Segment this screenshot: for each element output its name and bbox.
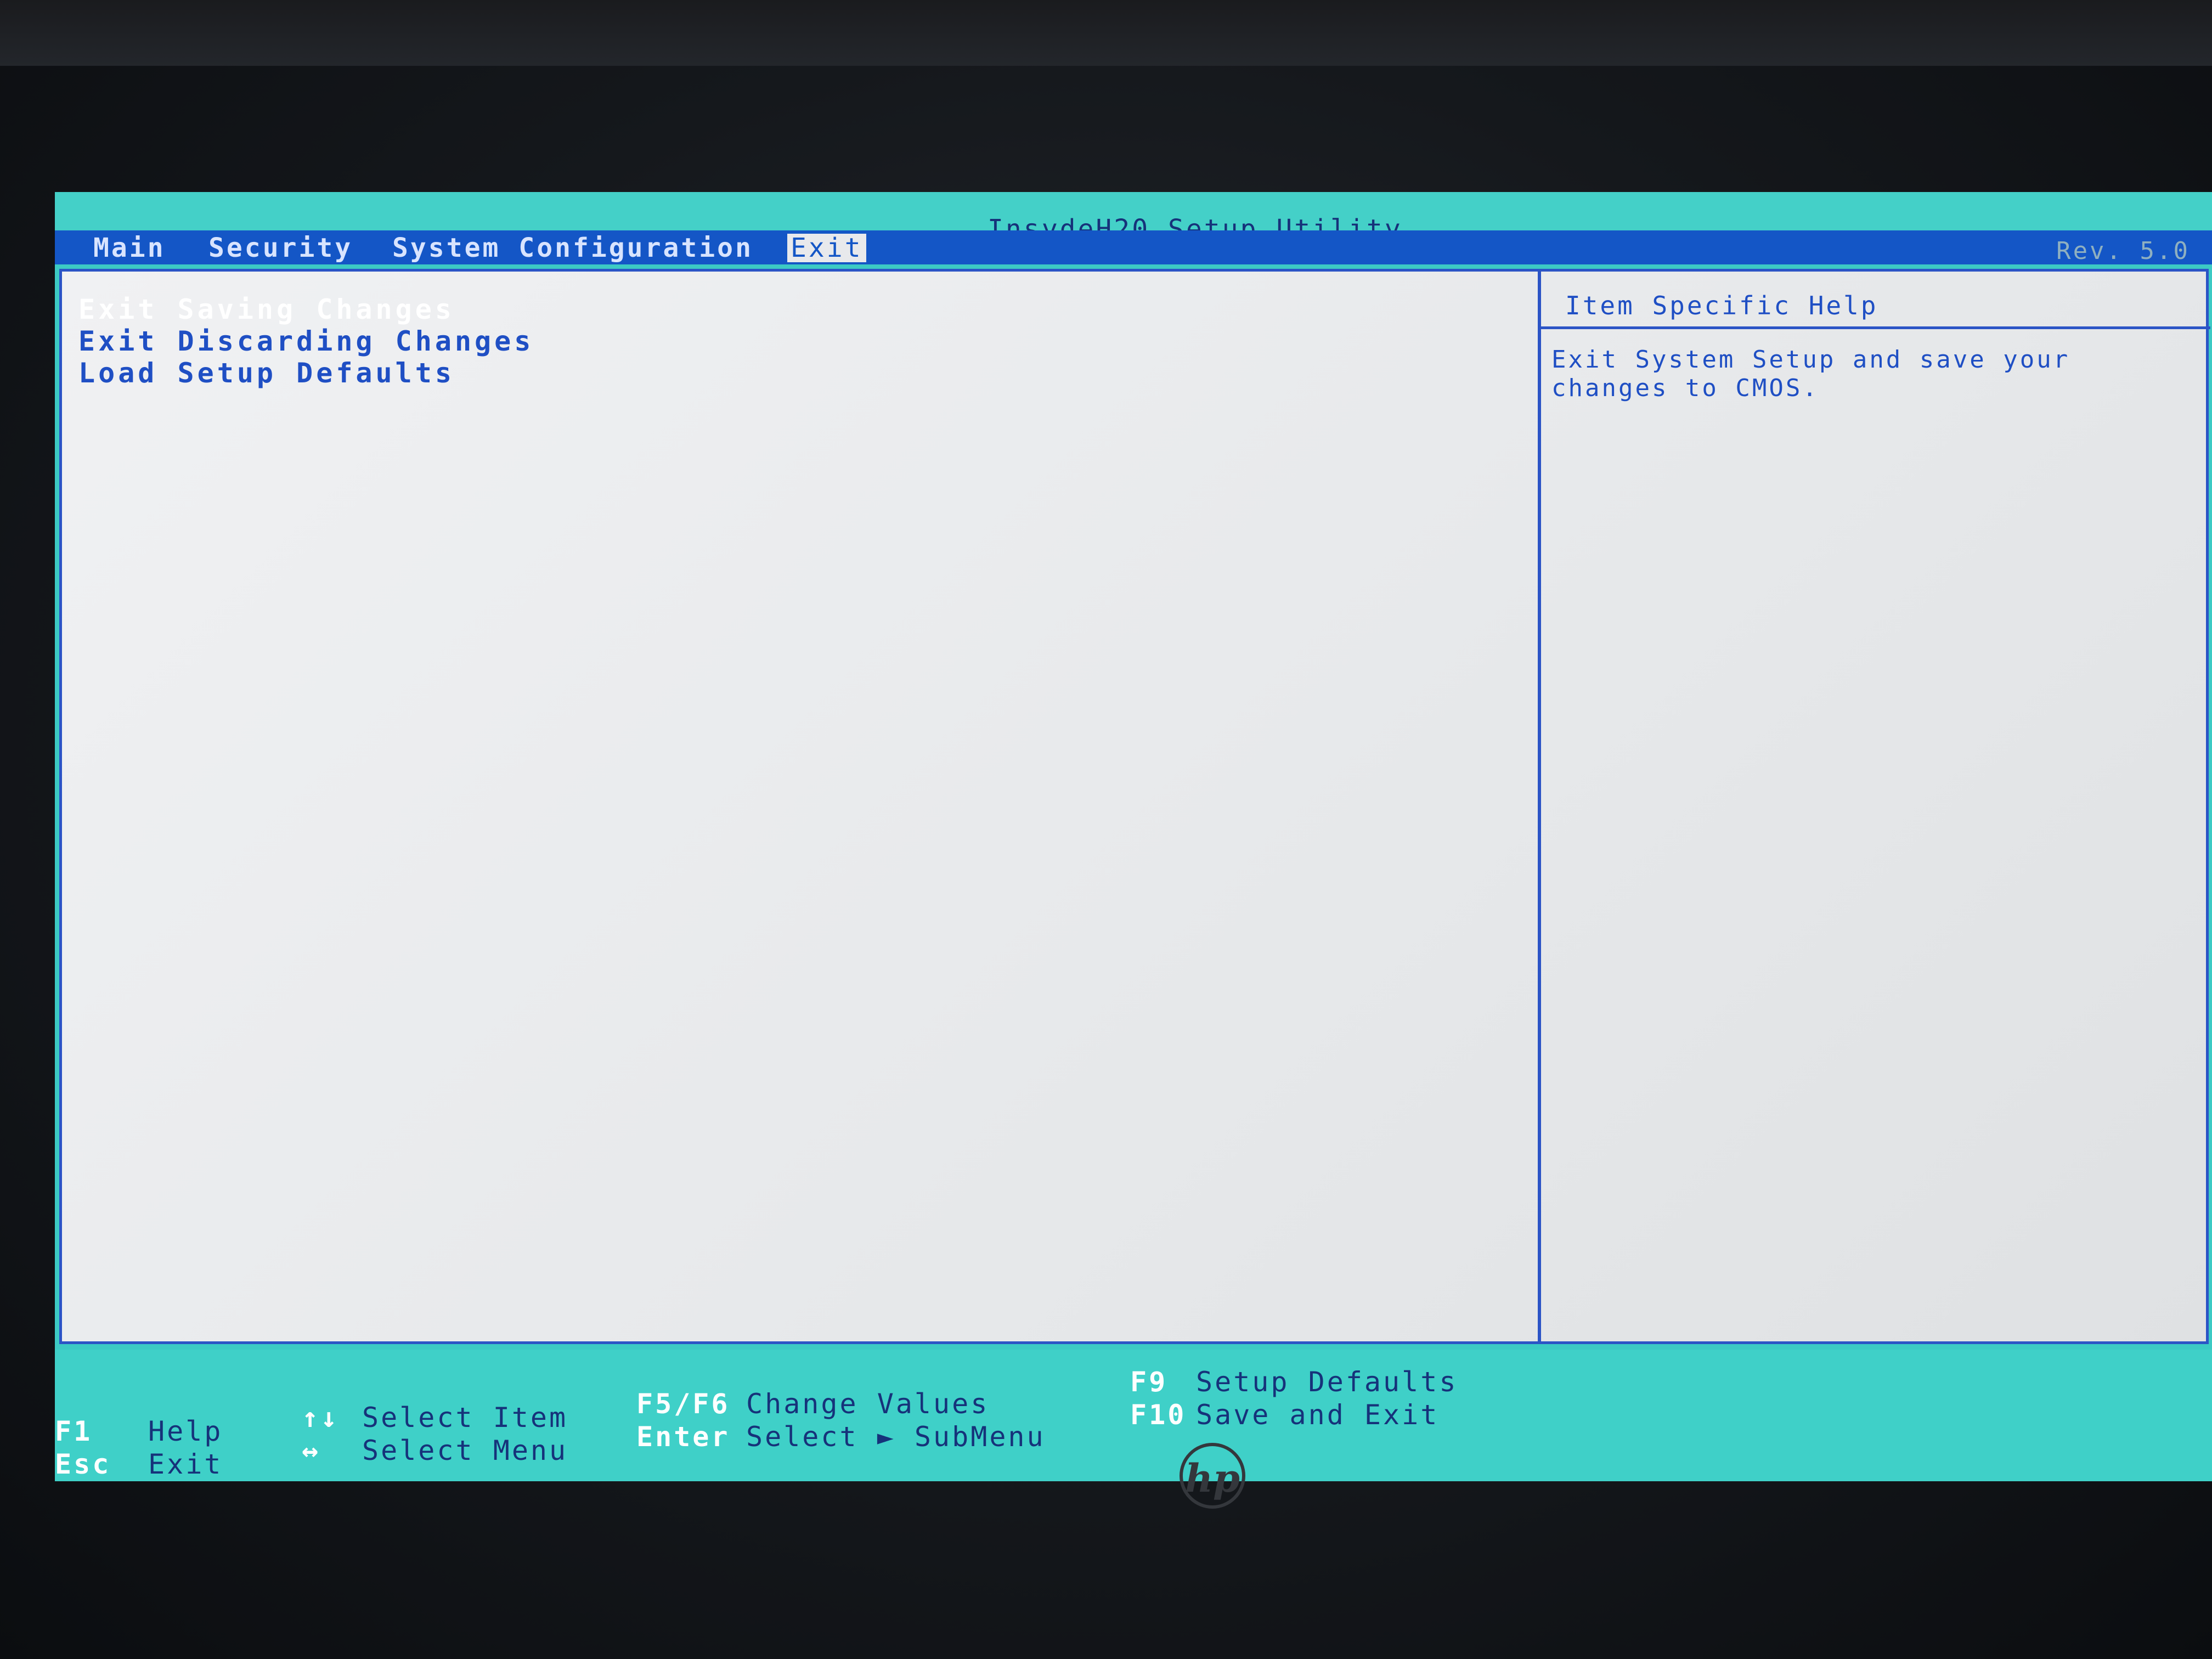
key-esc-desc: Exit [148,1448,223,1480]
menu-tab-main[interactable]: Main [93,234,166,262]
key-f9-desc: Setup Defaults [1196,1366,1458,1398]
key-up-down: ↑↓ [302,1402,340,1434]
menu-tab-system-configuration[interactable]: System Configuration [392,234,753,262]
key-enter: Enter [636,1421,730,1453]
option-exit-discarding-changes[interactable]: Exit Discarding Changes [78,325,534,357]
key-f5-f6-desc: Change Values [746,1388,990,1420]
key-esc: Esc [55,1448,111,1480]
option-exit-saving-changes[interactable]: Exit Saving Changes [78,294,534,325]
exit-options-list: Exit Saving Changes Exit Discarding Chan… [78,294,534,389]
key-up-down-desc: Select Item [362,1402,568,1434]
key-legend-footer: F1 Help Esc Exit ↑↓ Select Item ↔ Select… [55,1350,2212,1481]
main-content-panel: Exit Saving Changes Exit Discarding Chan… [59,269,2210,1344]
key-f10-desc: Save and Exit [1196,1399,1440,1431]
hp-logo-icon: hp [1180,1443,1245,1509]
revision-label: Rev. 5.0 [2056,237,2190,265]
menu-tab-exit[interactable]: Exit [787,234,866,262]
key-enter-desc: Select ► SubMenu [746,1421,1046,1453]
help-panel-text: Exit System Setup and save your changes … [1551,346,2070,402]
monitor-bezel-top [0,0,2212,66]
help-title-divider [1541,326,2210,329]
help-panel-title: Item Specific Help [1565,291,1878,320]
option-load-setup-defaults[interactable]: Load Setup Defaults [78,357,534,389]
menu-bar: Main Security System Configuration Exit [55,230,2212,264]
panel-divider [1538,272,1541,1341]
bios-screen: InsydeH20 Setup Utility Rev. 5.0 Main Se… [55,192,2212,1481]
key-f1-desc: Help [148,1415,223,1447]
key-left-right-desc: Select Menu [362,1435,568,1466]
key-f5-f6: F5/F6 [636,1388,730,1420]
key-left-right: ↔ [302,1435,321,1466]
key-f9: F9 [1130,1366,1168,1398]
key-f10: F10 [1130,1399,1187,1431]
key-f1: F1 [55,1415,93,1447]
menu-tab-security[interactable]: Security [208,234,353,262]
